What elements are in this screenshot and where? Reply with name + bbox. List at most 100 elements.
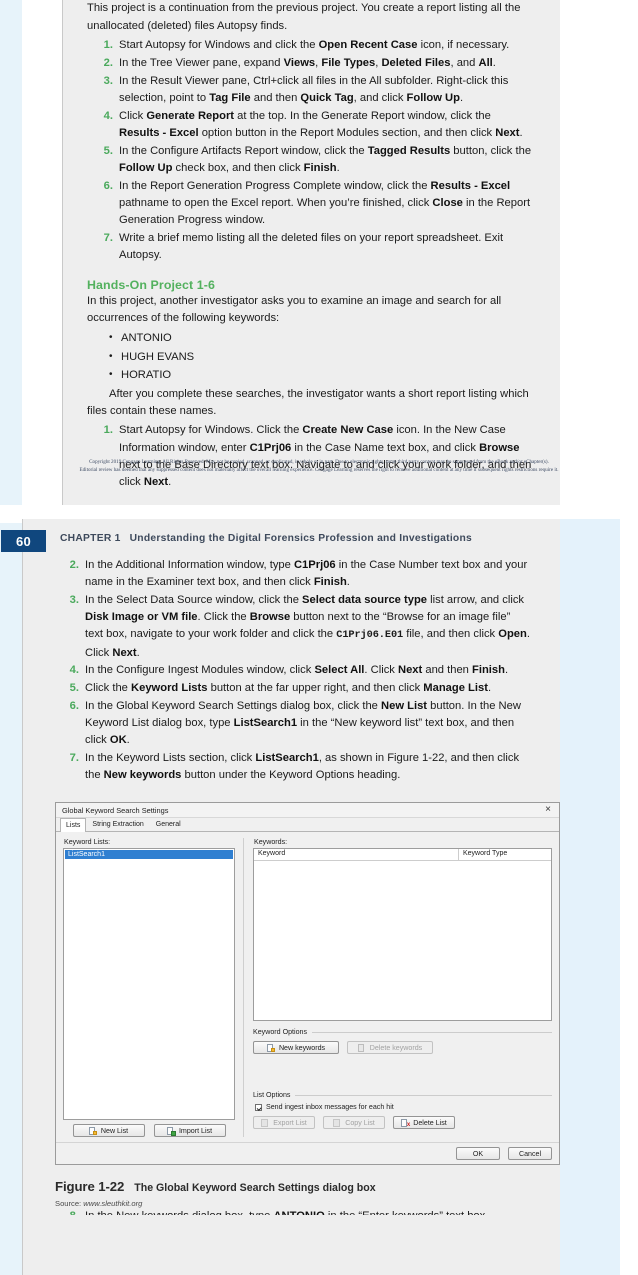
table-header-row: Keyword Keyword Type bbox=[254, 849, 551, 862]
new-list-icon bbox=[88, 1126, 97, 1135]
step-text: Start Autopsy for Windows and click the … bbox=[119, 39, 510, 52]
step-text: In the Result Viewer pane, Ctrl+click al… bbox=[119, 74, 509, 105]
delete-keywords-button-label: Delete keywords bbox=[369, 1043, 423, 1052]
project-1-6-steps-continued: 2. In the Additional Information window, … bbox=[53, 557, 530, 784]
copy-list-icon bbox=[333, 1118, 341, 1127]
figure-source: Source: www.sleuthkit.org bbox=[55, 1199, 530, 1208]
step-text: In the Select Data Source window, click … bbox=[85, 593, 530, 659]
page-1-body: This project is a continuation from the … bbox=[63, 0, 560, 491]
dialog-title-bar: Global Keyword Search Settings × bbox=[56, 803, 559, 819]
after-search-paragraph: After you complete these searches, the i… bbox=[87, 387, 529, 418]
chapter-label: CHAPTER 1 bbox=[60, 533, 121, 544]
send-ingest-inbox-checkbox[interactable]: Send ingest inbox messages for each hit bbox=[255, 1103, 552, 1111]
copy-list-button: Copy List bbox=[323, 1116, 385, 1130]
running-head: 60 CHAPTER 1 Understanding the Digital Fo… bbox=[1, 519, 560, 557]
new-list-button-label: New List bbox=[100, 1126, 129, 1135]
list-item: 6. In the Global Keyword Search Settings … bbox=[53, 698, 530, 750]
list-item-listsearch1[interactable]: ListSearch1 bbox=[65, 850, 233, 860]
import-list-button-label: Import List bbox=[178, 1126, 213, 1135]
step-number: 2. bbox=[69, 559, 79, 571]
hands-on-project-heading: Hands-On Project 1-6 bbox=[87, 278, 215, 293]
ok-button[interactable]: OK bbox=[456, 1147, 500, 1161]
step-text: In the Configure Ingest Modules window, … bbox=[85, 664, 509, 677]
list-item: 1. Start Autopsy for Windows and click th… bbox=[87, 37, 536, 54]
keyword-options-label: Keyword Options bbox=[253, 1028, 552, 1036]
left-rail bbox=[0, 0, 22, 1275]
checkbox-label: Send ingest inbox messages for each hit bbox=[266, 1103, 394, 1112]
step-number: 7. bbox=[103, 231, 113, 244]
step-text: Click the Keyword Lists button at the fa… bbox=[85, 681, 492, 694]
step-text: In the Additional Information window, ty… bbox=[85, 559, 528, 589]
delete-list-icon: x bbox=[401, 1118, 410, 1128]
export-list-icon bbox=[261, 1118, 269, 1127]
import-list-button[interactable]: Import List bbox=[153, 1124, 226, 1138]
step-number: 3. bbox=[103, 74, 113, 87]
list-item: 4. In the Configure Ingest Modules window… bbox=[53, 662, 530, 679]
dialog-content: Keyword Lists: ListSearch1 New List Impo… bbox=[56, 832, 559, 1142]
step-text: In the Global Keyword Search Settings di… bbox=[85, 699, 521, 747]
column-header-keyword-type: Keyword Type bbox=[463, 850, 508, 858]
keywords-table[interactable]: Keyword Keyword Type bbox=[253, 848, 552, 1022]
step-text: Start Autopsy for Windows. Click the Cre… bbox=[119, 424, 532, 488]
list-item: HUGH EVANS bbox=[87, 348, 536, 367]
figure-1-22-image: Global Keyword Search Settings × Lists S… bbox=[53, 802, 560, 1166]
step-number: 8. bbox=[61, 1208, 79, 1215]
global-keyword-search-settings-dialog: Global Keyword Search Settings × Lists S… bbox=[55, 802, 560, 1166]
cancel-button[interactable]: Cancel bbox=[508, 1147, 552, 1161]
step-text: In the Configure Artifacts Report window… bbox=[119, 144, 532, 174]
step-number: 7. bbox=[69, 751, 79, 764]
list-item: ANTONIO bbox=[87, 329, 536, 348]
page-2-right-rail bbox=[560, 519, 620, 1275]
step-text: Write a brief memo listing all the delet… bbox=[119, 231, 504, 261]
list-item: 3. In the Result Viewer pane, Ctrl+click … bbox=[87, 73, 536, 107]
list-options-buttons: Export List Copy List x Delete List bbox=[253, 1116, 552, 1130]
tab-general[interactable]: General bbox=[150, 817, 187, 831]
list-buttons-row: New List Import List bbox=[63, 1124, 235, 1138]
next-step-cutoff: 8. In the New keywords dialog box, type A… bbox=[53, 1208, 530, 1215]
tab-lists[interactable]: Lists bbox=[60, 818, 87, 833]
step-text: In the Keyword Lists section, click List… bbox=[85, 751, 520, 781]
step-number: 5. bbox=[103, 144, 113, 157]
dialog-footer: OK Cancel bbox=[56, 1142, 559, 1165]
step-number: 2. bbox=[103, 57, 113, 70]
keywords-panel: Keywords: Keyword Keyword Type Keyword O… bbox=[243, 838, 552, 1138]
figure-source-prefix: Source: bbox=[55, 1199, 84, 1209]
figure-title: The Global Keyword Search Settings dialo… bbox=[134, 1182, 376, 1195]
project-1-5-steps: 1. Start Autopsy for Windows and click th… bbox=[87, 37, 536, 264]
list-item: 2. In the Tree Viewer pane, expand Views,… bbox=[87, 55, 536, 72]
delete-list-button[interactable]: x Delete List bbox=[393, 1116, 455, 1130]
new-keywords-button[interactable]: New keywords bbox=[253, 1041, 339, 1055]
delete-list-button-label: Delete List bbox=[413, 1118, 447, 1127]
export-list-button: Export List bbox=[253, 1116, 315, 1130]
tab-string-extraction[interactable]: String Extraction bbox=[86, 817, 149, 831]
delete-keywords-button: Delete keywords bbox=[347, 1041, 433, 1055]
checkbox-icon[interactable] bbox=[255, 1103, 262, 1111]
chapter-title: Understanding the Digital Forensics Prof… bbox=[129, 533, 472, 544]
close-icon[interactable]: × bbox=[543, 805, 553, 815]
column-header-keyword: Keyword bbox=[254, 849, 459, 861]
page-2-right-edge bbox=[620, 519, 638, 1275]
list-item: 4. Click Generate Report at the top. In t… bbox=[87, 108, 536, 142]
keyword-lists-listbox[interactable]: ListSearch1 bbox=[63, 848, 235, 1121]
list-item: 5. Click the Keyword Lists button at the … bbox=[53, 680, 530, 697]
step-number: 5. bbox=[69, 681, 79, 694]
keyword-lists-panel: Keyword Lists: ListSearch1 New List Impo… bbox=[63, 838, 235, 1138]
project-1-6-steps: 1. Start Autopsy for Windows. Click the C… bbox=[87, 422, 536, 491]
figure-caption: Figure 1-22 The Global Keyword Search Set… bbox=[55, 1178, 530, 1196]
step-number: 4. bbox=[103, 109, 113, 122]
new-list-button[interactable]: New List bbox=[72, 1124, 145, 1138]
new-keywords-button-label: New keywords bbox=[278, 1043, 326, 1052]
figure-source-url: www.sleuthkit.org bbox=[83, 1199, 143, 1209]
keyword-options-group: Keyword Options New keywords Delete keyw… bbox=[253, 1028, 552, 1055]
list-item: 7. In the Keyword Lists section, click Li… bbox=[53, 750, 530, 784]
list-item: 3. In the Select Data Source window, clic… bbox=[53, 592, 530, 662]
list-item: 2. In the Additional Information window, … bbox=[53, 557, 530, 591]
step-text: Click Generate Report at the top. In the… bbox=[119, 109, 523, 139]
page-2-body: 2. In the Additional Information window, … bbox=[23, 557, 560, 1215]
step-number: 3. bbox=[69, 593, 79, 606]
new-keywords-icon bbox=[266, 1043, 275, 1052]
page-1: This project is a continuation from the … bbox=[62, 0, 560, 505]
keyword-lists-label: Keyword Lists: bbox=[64, 838, 111, 847]
list-item: 7. Write a brief memo listing all the del… bbox=[87, 230, 536, 264]
export-list-button-label: Export List bbox=[273, 1118, 307, 1127]
